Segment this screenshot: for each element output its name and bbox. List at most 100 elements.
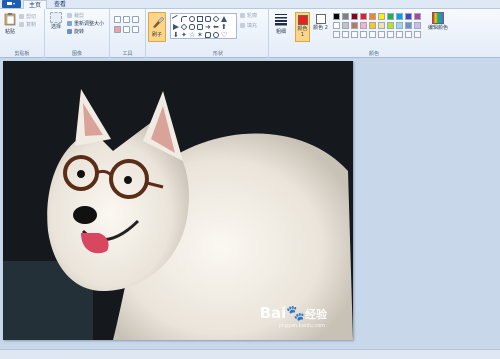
palette-swatch[interactable] <box>414 13 421 20</box>
brush-icon <box>153 16 165 28</box>
crop-button[interactable]: 裁剪 <box>67 13 84 19</box>
canvas-image[interactable]: Bai🐾经验 jingyan.baidu.com <box>3 61 353 340</box>
tab-view[interactable]: 查看 <box>50 0 70 9</box>
ribbon-tab-row: 主页 查看 <box>0 0 500 9</box>
palette-swatch[interactable] <box>369 22 376 29</box>
heart-shape-icon[interactable]: ♡ <box>221 32 227 39</box>
cut-button[interactable]: 剪切 <box>19 14 36 20</box>
shapes-gallery[interactable]: ➜ ⬅ ⬆ ⬇ ✦ ☆ ✶ ♡ <box>170 13 237 39</box>
up-arrow-shape-icon[interactable]: ⬆ <box>221 24 227 31</box>
fill-shape-icon <box>240 23 245 28</box>
custom-swatch[interactable] <box>333 31 340 38</box>
copy-button[interactable]: 复制 <box>19 22 36 28</box>
oval-shape-icon[interactable] <box>189 16 195 22</box>
custom-swatch[interactable] <box>396 31 403 38</box>
outline-label: 轮廓 <box>247 13 258 19</box>
tools-group-label: 工具 <box>122 51 133 57</box>
palette-swatch[interactable] <box>387 22 394 29</box>
watermark-brand: Bai <box>259 304 287 322</box>
palette-swatch[interactable] <box>342 13 349 20</box>
rotate-button[interactable]: 旋转 <box>67 29 84 35</box>
resize-label: 重新调整大小 <box>74 21 105 27</box>
crop-icon <box>67 13 72 18</box>
custom-swatch[interactable] <box>360 31 367 38</box>
rectangle-shape-icon[interactable] <box>197 16 203 22</box>
clipboard-group-label: 剪贴板 <box>14 51 30 57</box>
palette-swatch[interactable] <box>378 13 385 20</box>
rounded-rectangle-shape-icon[interactable] <box>205 16 211 22</box>
left-arrow-shape-icon[interactable]: ⬅ <box>213 24 219 31</box>
custom-swatch[interactable] <box>378 31 385 38</box>
color1-label: 颜色 1 <box>297 26 308 38</box>
four-point-star-shape-icon[interactable]: ✦ <box>181 32 187 39</box>
palette-swatch[interactable] <box>360 13 367 20</box>
resize-button[interactable]: 重新调整大小 <box>67 21 104 27</box>
clipboard-group: 粘贴 剪切 复制 剪贴板 <box>0 9 45 58</box>
text-icon[interactable] <box>132 16 139 23</box>
custom-swatch[interactable] <box>387 31 394 38</box>
eraser-icon[interactable] <box>114 26 121 33</box>
brush-button[interactable]: 刷子 <box>148 12 166 42</box>
oval-callout-shape-icon[interactable] <box>213 32 219 38</box>
palette-swatch[interactable] <box>396 22 403 29</box>
color-picker-icon[interactable] <box>123 26 130 33</box>
color1-button[interactable]: 颜色 1 <box>295 12 310 42</box>
pentagon-shape-icon[interactable] <box>189 24 195 30</box>
diamond-shape-icon[interactable] <box>180 23 188 31</box>
right-triangle-shape-icon[interactable] <box>173 24 179 30</box>
rainbow-icon <box>432 12 444 24</box>
custom-swatch[interactable] <box>342 31 349 38</box>
six-point-star-shape-icon[interactable]: ✶ <box>197 32 203 39</box>
colors-group-label: 颜色 <box>368 51 379 57</box>
palette-swatch[interactable] <box>351 13 358 20</box>
fill-icon[interactable] <box>123 16 130 23</box>
colors-group: 颜色 1 颜色 2 编辑颜色 颜色 <box>292 9 456 58</box>
copy-icon <box>19 22 24 27</box>
horizontal-scrollbar[interactable] <box>0 349 500 359</box>
select-icon <box>50 12 62 23</box>
palette-swatch[interactable] <box>414 22 421 29</box>
edit-colors-button[interactable]: 编辑颜色 <box>426 12 450 31</box>
palette-swatch[interactable] <box>369 13 376 20</box>
custom-swatch[interactable] <box>351 31 358 38</box>
custom-swatch[interactable] <box>369 31 376 38</box>
rotate-label: 旋转 <box>74 29 85 35</box>
palette-swatch[interactable] <box>351 22 358 29</box>
palette-swatch[interactable] <box>405 13 412 20</box>
select-button[interactable]: 选择 <box>48 12 64 30</box>
outline-button[interactable]: 轮廓 <box>240 13 257 19</box>
palette-swatch[interactable] <box>387 13 394 20</box>
palette-swatch[interactable] <box>405 22 412 29</box>
pencil-icon[interactable] <box>114 16 121 23</box>
right-arrow-shape-icon[interactable]: ➜ <box>205 24 211 31</box>
dog-photo <box>3 61 353 340</box>
copy-label: 复制 <box>26 22 37 28</box>
curve-shape-icon[interactable] <box>181 16 187 22</box>
tab-home[interactable]: 主页 <box>23 0 47 9</box>
polygon-shape-icon[interactable] <box>212 15 220 23</box>
paste-button[interactable]: 粘贴 <box>2 12 18 35</box>
fill-shape-button[interactable]: 填充 <box>240 23 257 29</box>
palette-swatch[interactable] <box>396 13 403 20</box>
five-point-star-shape-icon[interactable]: ☆ <box>189 32 195 39</box>
callout-shape-icon[interactable] <box>205 32 211 38</box>
palette-swatch[interactable] <box>333 13 340 20</box>
cut-label: 剪切 <box>26 14 37 20</box>
magnifier-icon[interactable] <box>132 26 139 33</box>
palette-swatch[interactable] <box>342 22 349 29</box>
fill-shape-label: 填充 <box>247 23 258 29</box>
triangle-shape-icon[interactable] <box>221 16 227 22</box>
custom-swatch[interactable] <box>405 31 412 38</box>
file-menu-button[interactable] <box>2 0 21 8</box>
size-button[interactable]: 粗细 <box>272 12 290 35</box>
custom-swatch[interactable] <box>414 31 421 38</box>
palette-swatch[interactable] <box>360 22 367 29</box>
color2-button[interactable]: 颜色 2 <box>313 12 328 42</box>
ribbon: 粘贴 剪切 复制 剪贴板 选择 裁剪 重新调整大小 旋转 图像 工具 刷子 ➜ … <box>0 9 500 58</box>
line-shape-icon[interactable] <box>171 14 181 24</box>
palette-swatch[interactable] <box>378 22 385 29</box>
palette-swatch[interactable] <box>333 22 340 29</box>
hexagon-shape-icon[interactable] <box>197 24 203 30</box>
paste-label: 粘贴 <box>4 29 15 35</box>
down-arrow-shape-icon[interactable]: ⬇ <box>173 32 179 39</box>
